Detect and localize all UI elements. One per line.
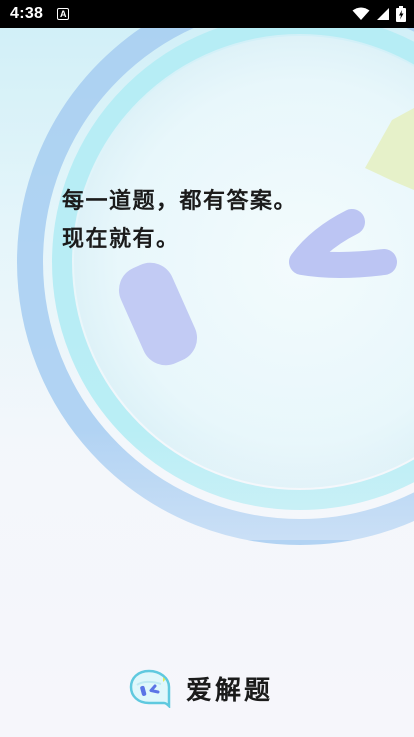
status-icons bbox=[352, 6, 406, 22]
background-illustration bbox=[0, 0, 414, 545]
notification-a-icon: A bbox=[57, 8, 70, 20]
splash-screen: 4:38 A 每一道题，都有答案。 现在就有。 爱解题 bbox=[0, 0, 414, 737]
slogan-line-2: 现在就有。 bbox=[62, 227, 180, 252]
brand-logo-lockup: 爱解题 bbox=[128, 668, 273, 708]
signal-icon bbox=[377, 8, 389, 20]
battery-icon bbox=[396, 6, 406, 22]
status-bar: 4:38 A bbox=[0, 0, 414, 28]
wifi-icon bbox=[352, 7, 370, 20]
slogan: 每一道题，都有答案。 现在就有。 bbox=[62, 183, 297, 259]
status-time: 4:38 bbox=[10, 5, 44, 22]
app-name: 爱解题 bbox=[186, 675, 274, 706]
slogan-line-1: 每一道题，都有答案。 bbox=[62, 189, 298, 214]
speech-bubble-face-icon bbox=[129, 669, 171, 708]
